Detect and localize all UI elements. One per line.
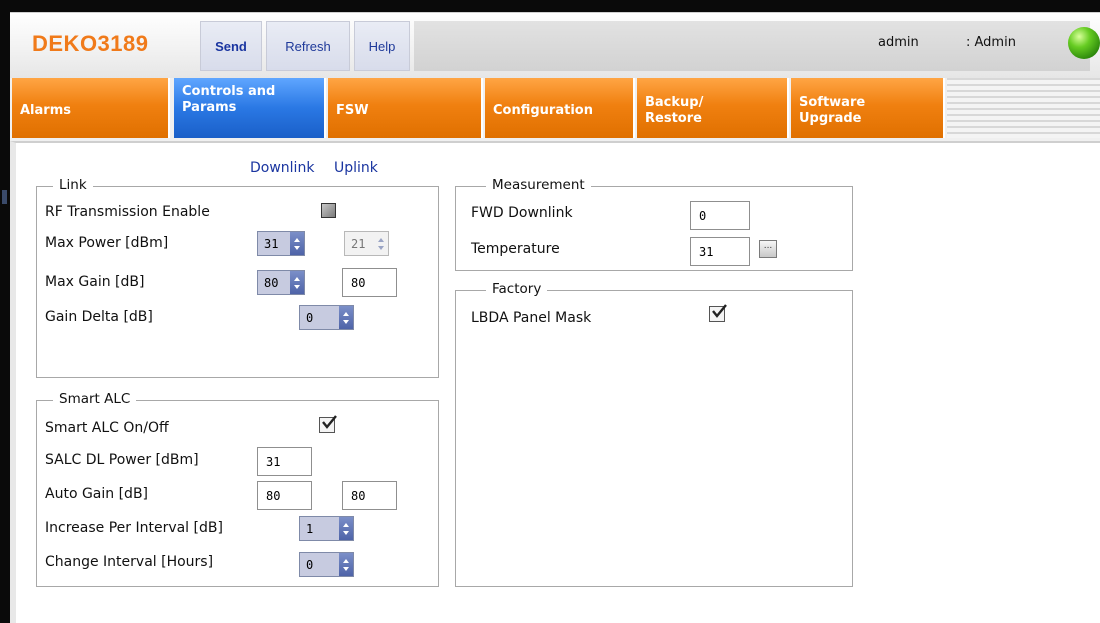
- refresh-button[interactable]: Refresh: [266, 21, 350, 71]
- gain-delta-value: 0: [306, 310, 314, 325]
- tab-bar-filler: [947, 78, 1100, 138]
- tab-label-line2: Upgrade: [799, 111, 862, 126]
- measurement-group: Measurement FWD Downlink 0 Temperature 3…: [455, 177, 853, 271]
- app-logo: DEKO3189: [32, 31, 149, 56]
- tab-configuration[interactable]: Configuration: [485, 78, 635, 138]
- tab-label-line1: Software: [799, 95, 866, 110]
- link-group: Link RF Transmission Enable Max Power [d…: [36, 177, 439, 378]
- max-gain-value: 80: [264, 275, 279, 290]
- link-group-title: Link: [53, 177, 93, 193]
- gain-delta-label: Gain Delta [dB]: [45, 309, 153, 325]
- salc-dl-power-field[interactable]: 31: [257, 447, 312, 476]
- max-power-secondary-spinner: 21: [344, 231, 389, 256]
- help-button[interactable]: Help: [354, 21, 410, 71]
- tab-label-line2: Params: [182, 100, 237, 115]
- spinner-arrows-icon[interactable]: [339, 517, 353, 540]
- rf-enable-label: RF Transmission Enable: [45, 204, 210, 220]
- fwd-downlink-label: FWD Downlink: [471, 205, 573, 221]
- tab-label: Alarms: [20, 103, 71, 118]
- spinner-arrows-icon: [374, 232, 388, 255]
- max-gain-secondary-field[interactable]: 80: [342, 268, 397, 297]
- spinner-arrows-icon[interactable]: [339, 553, 353, 576]
- temperature-more-button[interactable]: ...: [759, 240, 777, 258]
- app-header: DEKO3189 Send Refresh Help admin : Admin: [10, 12, 1100, 78]
- checkmark-icon: [322, 415, 337, 429]
- change-interval-value: 0: [306, 557, 314, 572]
- spinner-arrows-icon[interactable]: [290, 271, 304, 294]
- change-interval-spinner[interactable]: 0: [299, 552, 354, 577]
- smart-alc-group: Smart ALC Smart ALC On/Off SALC DL Power…: [36, 391, 439, 587]
- send-button[interactable]: Send: [200, 21, 262, 71]
- increase-per-interval-spinner[interactable]: 1: [299, 516, 354, 541]
- max-power-label: Max Power [dBm]: [45, 235, 169, 251]
- subtab-uplink[interactable]: Uplink: [334, 160, 378, 176]
- spinner-arrows-icon[interactable]: [339, 306, 353, 329]
- smart-alc-onoff-label: Smart ALC On/Off: [45, 420, 169, 436]
- auto-gain-secondary-field[interactable]: 80: [342, 481, 397, 510]
- change-interval-label: Change Interval [Hours]: [45, 554, 214, 570]
- tab-backup-restore[interactable]: Backup/ Restore: [637, 78, 789, 138]
- tab-alarms[interactable]: Alarms: [12, 78, 170, 138]
- temperature-field[interactable]: 31: [690, 237, 750, 266]
- spinner-arrows-icon[interactable]: [290, 232, 304, 255]
- rf-enable-checkbox[interactable]: [321, 203, 336, 218]
- tab-label: Configuration: [493, 103, 593, 118]
- factory-group-title: Factory: [486, 281, 548, 297]
- max-power-spinner[interactable]: 31: [257, 231, 305, 256]
- lbda-panel-mask-checkbox[interactable]: [709, 304, 727, 322]
- fwd-downlink-field[interactable]: 0: [690, 201, 750, 230]
- increase-per-interval-value: 1: [306, 521, 314, 536]
- status-led-icon: [1068, 27, 1100, 59]
- tab-software-upgrade[interactable]: Software Upgrade: [791, 78, 945, 138]
- measurement-group-title: Measurement: [486, 177, 591, 193]
- tab-label-line1: Backup/: [645, 95, 704, 110]
- max-power-value: 31: [264, 236, 279, 251]
- increase-per-interval-label: Increase Per Interval [dB]: [45, 520, 223, 536]
- salc-dl-power-label: SALC DL Power [dBm]: [45, 452, 199, 468]
- tab-label: FSW: [336, 103, 369, 118]
- smart-alc-onoff-checkbox[interactable]: [319, 415, 337, 433]
- smart-alc-group-title: Smart ALC: [53, 391, 137, 407]
- main-tab-bar: Alarms Controls and Params FSW Configura…: [10, 78, 1100, 141]
- auto-gain-field[interactable]: 80: [257, 481, 312, 510]
- auto-gain-label: Auto Gain [dB]: [45, 486, 149, 502]
- checkmark-icon: [712, 304, 727, 318]
- temperature-label: Temperature: [471, 241, 560, 257]
- lbda-panel-mask-label: LBDA Panel Mask: [471, 310, 592, 326]
- window-top-border: [0, 0, 1100, 12]
- max-gain-spinner[interactable]: 80: [257, 270, 305, 295]
- window-left-border: [0, 12, 10, 623]
- tab-controls-and-params[interactable]: Controls and Params: [174, 78, 326, 138]
- username-label: admin: [878, 35, 919, 50]
- factory-group: Factory LBDA Panel Mask: [455, 281, 853, 587]
- subtab-downlink[interactable]: Downlink: [250, 160, 314, 176]
- role-label: : Admin: [966, 35, 1016, 50]
- tab-label-line2: Restore: [645, 111, 702, 126]
- gain-delta-spinner[interactable]: 0: [299, 305, 354, 330]
- tab-label-line1: Controls and: [182, 84, 276, 99]
- max-power-secondary-value: 21: [351, 236, 366, 251]
- max-gain-label: Max Gain [dB]: [45, 274, 145, 290]
- tab-fsw[interactable]: FSW: [328, 78, 483, 138]
